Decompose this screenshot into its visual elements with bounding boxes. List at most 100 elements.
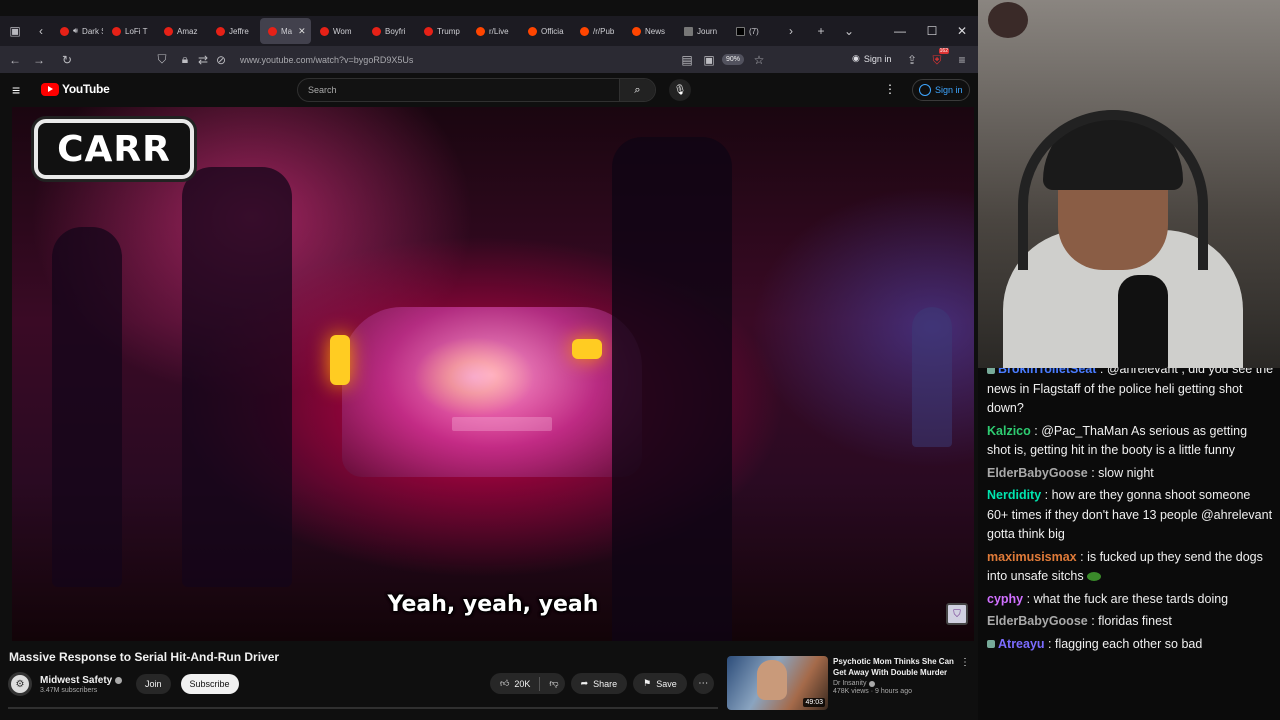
video-scene-officer xyxy=(612,137,732,641)
search-input[interactable] xyxy=(298,85,619,95)
browser-tab[interactable]: (7) xyxy=(728,18,779,44)
verified-icon xyxy=(115,676,123,684)
dislike-button[interactable]: 👎︎ xyxy=(549,678,558,689)
browser-tab[interactable]: Wom xyxy=(312,18,363,44)
close-tab-icon[interactable]: ✕ xyxy=(298,26,306,37)
reader-view-icon[interactable]: ▤ xyxy=(678,48,696,72)
picture-in-picture-icon[interactable]: ▣ xyxy=(700,48,718,72)
chat-text: what the fuck are these tards doing xyxy=(1033,591,1229,606)
zoom-level[interactable]: 90% xyxy=(721,54,744,65)
chat-username[interactable]: ElderBabyGoose xyxy=(987,466,1088,480)
address-bar[interactable]: ⛉ 🔒︎ ⇄ ⊘ www.youtube.com/watch?v=bygoRD9… xyxy=(150,46,770,73)
chat-message: BrokinToiletSeat : @ahrelevant , did you… xyxy=(987,368,1274,419)
browser-tab[interactable]: Amaz xyxy=(156,18,207,44)
audio-playing-icon[interactable]: 🔊︎ xyxy=(73,26,78,36)
youtube-wordmark: YouTube xyxy=(62,82,110,96)
browser-tab[interactable]: News xyxy=(624,18,675,44)
youtube-signin-label: Sign in xyxy=(935,85,963,95)
settings-menu-icon[interactable]: ⋮ xyxy=(884,82,896,96)
app-menu-icon[interactable]: ≡ xyxy=(950,48,974,72)
close-window-icon[interactable]: ✕ xyxy=(946,16,978,46)
permissions-icon[interactable]: ⇄ xyxy=(196,48,210,72)
tab-label: Jeffre xyxy=(229,26,249,36)
forward-icon[interactable]: → xyxy=(27,48,51,72)
tracking-off-icon[interactable]: ⊘ xyxy=(214,48,228,72)
lock-icon[interactable]: 🔒︎ xyxy=(178,48,192,72)
youtube-signin-button[interactable]: Sign in xyxy=(912,79,970,101)
shield-icon[interactable]: ⛉ xyxy=(150,48,174,72)
chat-text: floridas finest xyxy=(1098,614,1172,628)
microphone-icon xyxy=(1118,275,1168,368)
tab-list-chevron-icon[interactable]: ⌄ xyxy=(838,20,860,42)
user-icon xyxy=(919,84,931,96)
tab-overview-icon[interactable]: ▣ xyxy=(0,16,30,46)
channel-watermark-icon[interactable]: ⛉ xyxy=(946,603,968,625)
recommended-video[interactable]: 49:03 Psychotic Mom Thinks She Can Get A… xyxy=(727,656,972,710)
youtube-logo[interactable]: YouTube xyxy=(41,82,110,96)
chat-username[interactable]: maximusismax xyxy=(987,550,1077,564)
video-duration: 49:03 xyxy=(803,698,825,707)
browser-tab[interactable]: /r/Pub xyxy=(572,18,623,44)
thumbnail-person xyxy=(757,660,787,700)
chat-message: Atreayu : flagging each other so bad xyxy=(987,635,1274,655)
channel-avatar[interactable]: ⚙︎ xyxy=(8,672,32,696)
tab-label: Trump xyxy=(437,26,460,36)
new-tab-icon[interactable]: + xyxy=(810,20,832,42)
channel-name[interactable]: Midwest Safety xyxy=(40,675,130,686)
browser-tab[interactable]: LoFi T xyxy=(104,18,155,44)
browser-tab[interactable]: Trump xyxy=(416,18,467,44)
youtube-favicon-icon xyxy=(216,26,225,36)
video-caption: Yeah, yeah, yeah xyxy=(387,592,599,617)
browser-tab[interactable]: Officia xyxy=(520,18,571,44)
chat-username[interactable]: cyphy xyxy=(987,592,1023,606)
like-button[interactable]: 👍︎ 20K xyxy=(500,678,530,689)
browser-tab[interactable]: Ma ✕ xyxy=(260,18,311,44)
chat-username[interactable]: Atreayu xyxy=(998,637,1045,651)
browser-tab[interactable]: Jeffre xyxy=(208,18,259,44)
recommended-menu-icon[interactable]: ⋮ xyxy=(960,657,970,668)
maximize-icon[interactable]: ☐ xyxy=(916,16,948,46)
chat-username[interactable]: ElderBabyGoose xyxy=(987,614,1088,628)
recommended-thumbnail[interactable]: 49:03 xyxy=(727,656,828,710)
chat-badge-icon xyxy=(987,368,995,374)
url-text[interactable]: www.youtube.com/watch?v=bygoRD9X5Us xyxy=(240,55,413,65)
browser-tab[interactable]: Journ xyxy=(676,18,727,44)
video-scene-tail-light xyxy=(330,335,350,385)
subscribe-button[interactable]: Subscribe xyxy=(180,674,239,694)
tab-scroll-right-icon[interactable]: › xyxy=(780,20,802,42)
browser-tab[interactable]: r/Live xyxy=(468,18,519,44)
chat-message: Kalzico : @Pac_ThaMan As serious as gett… xyxy=(987,423,1248,458)
ublock-icon[interactable]: ⛨ 162 xyxy=(925,48,949,72)
guide-menu-icon[interactable]: ≡ xyxy=(12,82,28,98)
share-label: Share xyxy=(593,678,618,689)
search-button[interactable]: ⌕ xyxy=(619,79,655,101)
browser-signin-button[interactable]: ◉ Sign in xyxy=(852,53,891,64)
recommended-title[interactable]: Psychotic Mom Thinks She Can Get Away Wi… xyxy=(833,656,963,678)
more-actions-icon[interactable]: ⋯ xyxy=(692,673,714,694)
save-button[interactable]: ⚑ Save xyxy=(633,673,687,694)
join-button[interactable]: Join xyxy=(136,674,171,694)
minimize-icon[interactable]: — xyxy=(884,16,916,46)
share-button[interactable]: ➦ Share xyxy=(570,673,628,694)
video-player[interactable]: CARR Yeah, yeah, yeah ⛉ xyxy=(12,107,974,641)
youtube-favicon-icon xyxy=(424,26,433,36)
recommended-channel[interactable]: Dr Insanity xyxy=(833,680,963,687)
browser-window: ▣ ‹ 🔊︎ Dark S LoFi T Amaz Jeffre Ma ✕ Wom Boyfri… xyxy=(0,0,978,720)
extensions-icon[interactable]: ⇪ xyxy=(900,48,924,72)
chat-username[interactable]: Kalzico xyxy=(987,424,1031,438)
bookmark-star-icon[interactable]: ☆ xyxy=(748,48,770,72)
tab-scroll-left-icon[interactable]: ‹ xyxy=(30,20,52,42)
back-icon[interactable]: ← xyxy=(3,48,27,72)
reload-icon[interactable]: ↻ xyxy=(55,48,79,72)
tab-bar: ▣ ‹ 🔊︎ Dark S LoFi T Amaz Jeffre Ma ✕ Wom Boyfri… xyxy=(0,16,978,46)
thumbs-down-icon: 👎︎ xyxy=(549,678,559,688)
tab-label: Officia xyxy=(541,26,564,36)
browser-tab[interactable]: Boyfri xyxy=(364,18,415,44)
chat-username[interactable]: Nerdidity xyxy=(987,488,1041,502)
channel-info: Midwest Safety 3.47M subscribers xyxy=(40,675,130,694)
browser-tab[interactable]: 🔊︎ Dark S xyxy=(52,18,103,44)
chat-username[interactable]: BrokinToiletSeat xyxy=(998,368,1096,376)
voice-search-icon[interactable]: 🎙︎ xyxy=(669,79,691,101)
chat-message: ElderBabyGoose : floridas finest xyxy=(987,614,1172,628)
video-scene-bystander xyxy=(912,307,952,447)
